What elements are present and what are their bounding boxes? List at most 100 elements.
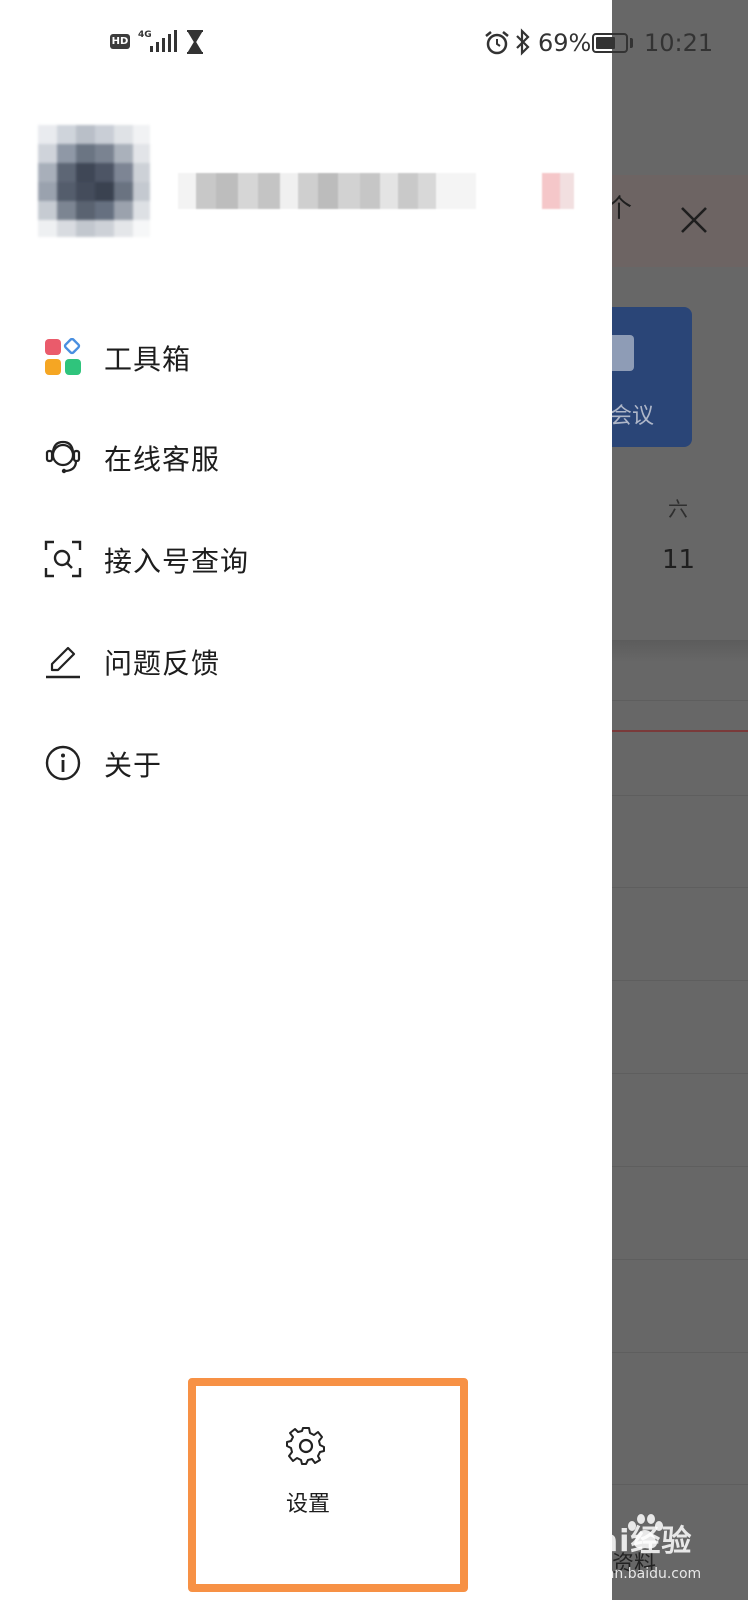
settings-label: 设置 bbox=[285, 1492, 330, 1517]
avatar-pixel bbox=[114, 125, 133, 144]
avatar-pixel bbox=[133, 163, 150, 182]
avatar-pixel bbox=[57, 182, 76, 201]
avatar-pixel bbox=[114, 220, 133, 237]
clock: 10:21 bbox=[644, 29, 714, 57]
paw-icon bbox=[628, 1514, 663, 1549]
avatar-pixel bbox=[57, 125, 76, 144]
username-blur-block bbox=[298, 173, 318, 209]
avatar-pixel bbox=[76, 182, 95, 201]
avatar-pixel bbox=[38, 125, 57, 144]
username-blur-block bbox=[560, 173, 574, 209]
avatar-pixel bbox=[38, 201, 57, 220]
pen-icon bbox=[46, 646, 80, 679]
avatar-pixel bbox=[114, 201, 133, 220]
avatar-pixel bbox=[95, 182, 114, 201]
user-profile[interactable] bbox=[38, 125, 612, 255]
menu-label-toolbox: 工具箱 bbox=[104, 343, 192, 376]
avatar-pixel bbox=[38, 163, 57, 182]
avatar-pixel bbox=[95, 144, 114, 163]
battery-tip bbox=[630, 38, 633, 48]
background-divider bbox=[612, 1073, 748, 1074]
username-blur-block bbox=[380, 173, 398, 209]
username-blur-block bbox=[398, 173, 418, 209]
username-blur-block bbox=[418, 173, 436, 209]
avatar-pixel bbox=[133, 144, 150, 163]
avatar-pixel bbox=[95, 163, 114, 182]
avatar-pixel bbox=[133, 220, 150, 237]
menu-label-feedback: 问题反馈 bbox=[104, 647, 221, 680]
background-divider bbox=[612, 1352, 748, 1353]
background-time-indicator bbox=[612, 730, 748, 732]
calendar-icon bbox=[612, 335, 634, 371]
menu-item-online-service[interactable]: 在线客服 bbox=[0, 418, 612, 498]
signal-icon bbox=[150, 30, 177, 52]
avatar-pixel bbox=[38, 182, 57, 201]
background-divider bbox=[612, 700, 748, 701]
avatar-pixel bbox=[38, 220, 57, 237]
baidu-jingyan-watermark: Bai经验 jingyan.baidu.com bbox=[570, 1502, 748, 1600]
menu-label-online-service: 在线客服 bbox=[104, 443, 221, 476]
avatar-pixel bbox=[95, 201, 114, 220]
background-divider bbox=[612, 1166, 748, 1167]
info-icon bbox=[45, 745, 81, 781]
username-blur-block bbox=[318, 173, 338, 209]
battery-percent: 69% bbox=[538, 29, 592, 57]
avatar-pixel bbox=[57, 144, 76, 163]
avatar-pixel bbox=[133, 125, 150, 144]
username-blur-block bbox=[196, 173, 216, 209]
bluetooth-icon bbox=[516, 28, 530, 56]
menu-label-access-number-query: 接入号查询 bbox=[104, 545, 250, 578]
toolbox-icon bbox=[45, 338, 81, 375]
avatar-pixel bbox=[114, 163, 133, 182]
battery-icon bbox=[592, 33, 628, 53]
avatar-pixel bbox=[95, 220, 114, 237]
avatar-pixel bbox=[76, 125, 95, 144]
username-blur-block bbox=[280, 173, 298, 209]
username-blur-block bbox=[360, 173, 380, 209]
avatar[interactable] bbox=[38, 125, 150, 237]
menu-item-feedback[interactable]: 问题反馈 bbox=[0, 622, 612, 702]
alarm-icon bbox=[485, 31, 509, 55]
avatar-pixel bbox=[76, 144, 95, 163]
hd-icon: HD bbox=[110, 34, 130, 49]
side-drawer: HD 4G 69% 10:21 工具箱 在线客服 接入号查询 问题反馈 关于 设… bbox=[0, 0, 713, 1600]
username-blur-block bbox=[436, 173, 476, 209]
avatar-pixel bbox=[114, 144, 133, 163]
menu-item-about[interactable]: 关于 bbox=[0, 724, 612, 804]
menu-item-access-number-query[interactable]: 接入号查询 bbox=[0, 520, 612, 600]
avatar-pixel bbox=[57, 163, 76, 182]
username-blur-block bbox=[216, 173, 238, 209]
avatar-pixel bbox=[95, 125, 114, 144]
menu-item-toolbox[interactable]: 工具箱 bbox=[0, 318, 612, 398]
scan-search-icon bbox=[44, 540, 82, 578]
avatar-pixel bbox=[76, 163, 95, 182]
background-card-label: 会议 bbox=[610, 404, 655, 429]
background-weekday: 六 bbox=[668, 497, 688, 521]
status-bar: HD 4G 69% 10:21 bbox=[0, 0, 748, 88]
username-blur-block bbox=[178, 173, 196, 209]
menu-label-about: 关于 bbox=[104, 749, 163, 782]
background-divider bbox=[612, 980, 748, 981]
username-blurred bbox=[178, 173, 618, 209]
avatar-pixel bbox=[133, 201, 150, 220]
battery-fill bbox=[596, 37, 615, 49]
avatar-pixel bbox=[76, 201, 95, 220]
background-day-number: 11 bbox=[662, 545, 696, 575]
gear-icon bbox=[286, 1427, 325, 1465]
hourglass-icon bbox=[187, 30, 203, 54]
avatar-pixel bbox=[57, 220, 76, 237]
background-divider bbox=[612, 795, 748, 796]
close-icon[interactable] bbox=[676, 202, 712, 238]
customer-service-icon bbox=[45, 440, 81, 474]
background-shade bbox=[612, 640, 748, 662]
background-divider bbox=[612, 1259, 748, 1260]
username-blur-block bbox=[542, 173, 560, 209]
background-divider bbox=[612, 1484, 748, 1485]
avatar-pixel bbox=[38, 144, 57, 163]
avatar-pixel bbox=[133, 182, 150, 201]
avatar-pixel bbox=[76, 220, 95, 237]
settings-button[interactable]: 设置 bbox=[250, 1418, 366, 1528]
username-blur-block bbox=[238, 173, 258, 209]
avatar-pixel bbox=[114, 182, 133, 201]
avatar-pixel bbox=[57, 201, 76, 220]
